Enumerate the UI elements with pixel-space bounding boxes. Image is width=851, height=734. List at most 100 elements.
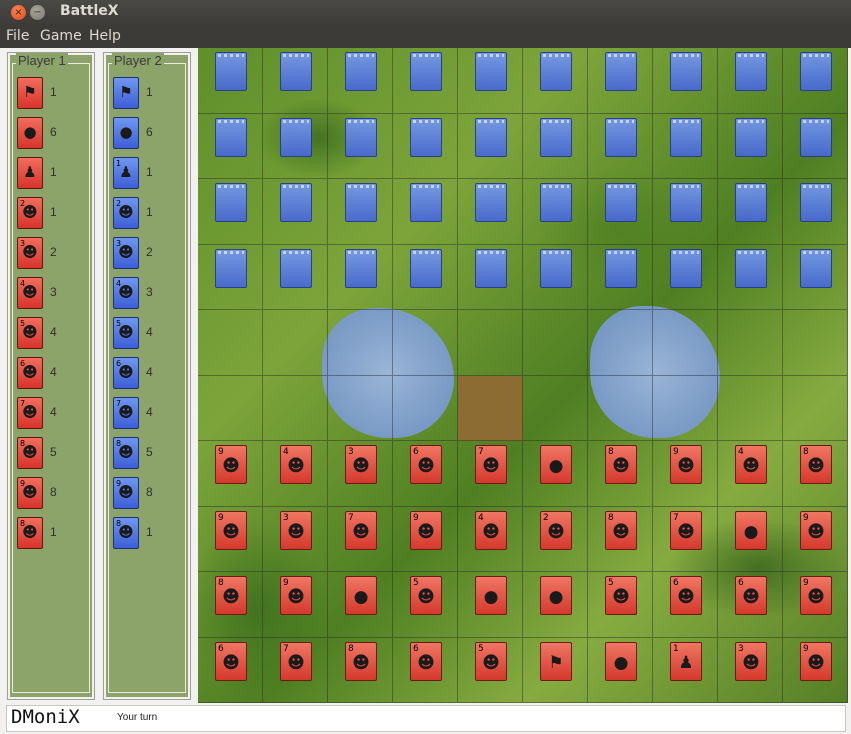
blue-hidden-piece[interactable]	[605, 248, 637, 288]
blue-hidden-piece[interactable]	[475, 52, 507, 91]
red-piece[interactable]: 9 ☻	[800, 510, 832, 550]
board-cell[interactable]	[393, 48, 458, 114]
board-cell[interactable]: 6 ☻	[718, 572, 783, 638]
red-piece[interactable]: 2 ☻	[540, 510, 572, 550]
board-cell[interactable]	[198, 244, 263, 310]
board-cell[interactable]: 9 ☻	[783, 637, 848, 703]
board-cell[interactable]: 1 ♟	[653, 637, 718, 703]
board-cell[interactable]	[783, 244, 848, 310]
red-piece[interactable]: 9 ☻	[215, 510, 247, 550]
board-cell[interactable]	[783, 48, 848, 114]
red-piece[interactable]: 4 ☻	[280, 445, 312, 484]
blue-hidden-piece[interactable]	[475, 117, 507, 157]
blue-hidden-piece[interactable]	[735, 183, 767, 222]
blue-hidden-piece[interactable]	[670, 183, 702, 222]
board-cell[interactable]	[588, 113, 653, 179]
red-piece[interactable]: 8 ☻	[345, 641, 377, 681]
board-cell[interactable]: 6 ☻	[198, 637, 263, 703]
board-cell[interactable]	[263, 310, 328, 376]
blue-hidden-piece[interactable]	[475, 248, 507, 288]
blue-hidden-piece[interactable]	[540, 117, 572, 157]
board-cell[interactable]: 9 ☻	[653, 441, 718, 507]
board-cell[interactable]	[523, 244, 588, 310]
board-cell[interactable]	[653, 113, 718, 179]
board-cell[interactable]	[458, 310, 523, 376]
blue-hidden-piece[interactable]	[410, 248, 442, 288]
board-cell[interactable]: 6 ☻	[393, 637, 458, 703]
blue-hidden-piece[interactable]	[280, 248, 312, 288]
board-cell[interactable]: 3 ☻	[263, 506, 328, 572]
board-cell[interactable]	[653, 310, 718, 376]
board-cell[interactable]	[328, 244, 393, 310]
red-piece[interactable]: 5 ☻	[410, 576, 442, 615]
board-cell[interactable]	[328, 179, 393, 245]
board-cell[interactable]	[328, 375, 393, 441]
board-cell[interactable]	[783, 179, 848, 245]
board-cell[interactable]	[458, 179, 523, 245]
blue-hidden-piece[interactable]	[540, 248, 572, 288]
red-piece[interactable]: 3 ☻	[345, 445, 377, 484]
blue-hidden-piece[interactable]	[605, 52, 637, 91]
board-cell[interactable]: ●	[458, 572, 523, 638]
red-piece[interactable]: 6 ☻	[735, 576, 767, 615]
blue-hidden-piece[interactable]	[280, 183, 312, 222]
red-piece[interactable]: 4 ☻	[475, 510, 507, 550]
blue-hidden-piece[interactable]	[475, 183, 507, 222]
board-cell[interactable]	[263, 113, 328, 179]
red-piece[interactable]: 6 ☻	[215, 641, 247, 681]
minimize-window-button[interactable]: −	[30, 5, 45, 20]
blue-hidden-piece[interactable]	[735, 248, 767, 288]
board-cell[interactable]: ⚑	[523, 637, 588, 703]
red-piece[interactable]: 9 ☻	[215, 445, 247, 484]
board-cell[interactable]: 8 ☻	[198, 572, 263, 638]
board-cell[interactable]: 7 ☻	[263, 637, 328, 703]
blue-hidden-piece[interactable]	[800, 52, 832, 91]
board-cell[interactable]: 9 ☻	[263, 572, 328, 638]
board-cell[interactable]	[198, 310, 263, 376]
red-piece[interactable]: 6 ☻	[410, 445, 442, 484]
blue-hidden-piece[interactable]	[345, 52, 377, 91]
red-piece[interactable]: 9 ☻	[410, 510, 442, 550]
red-piece[interactable]: 7 ☻	[345, 510, 377, 550]
board-cell[interactable]	[328, 48, 393, 114]
board-cell[interactable]: 4 ☻	[458, 506, 523, 572]
board-cell[interactable]	[653, 375, 718, 441]
board-cell[interactable]: 3 ☻	[718, 637, 783, 703]
blue-hidden-piece[interactable]	[345, 117, 377, 157]
board-cell[interactable]	[523, 179, 588, 245]
board-cell[interactable]	[198, 113, 263, 179]
board-cell[interactable]	[588, 48, 653, 114]
blue-hidden-piece[interactable]	[670, 52, 702, 91]
red-piece[interactable]: 5 ☻	[605, 576, 637, 615]
red-piece[interactable]: ●	[540, 576, 572, 615]
board-cell[interactable]: 4 ☻	[718, 441, 783, 507]
board-cell[interactable]	[783, 375, 848, 441]
board-cell[interactable]	[198, 48, 263, 114]
red-piece[interactable]: 9 ☻	[800, 576, 832, 615]
blue-hidden-piece[interactable]	[215, 117, 247, 157]
board-cell[interactable]: 6 ☻	[393, 441, 458, 507]
board-cell[interactable]	[263, 244, 328, 310]
blue-hidden-piece[interactable]	[280, 117, 312, 157]
board-cell[interactable]	[588, 375, 653, 441]
board-cell[interactable]	[718, 179, 783, 245]
board-cell[interactable]: 8 ☻	[328, 637, 393, 703]
red-piece[interactable]: 7 ☻	[670, 510, 702, 550]
red-piece[interactable]: 7 ☻	[475, 445, 507, 484]
red-piece[interactable]: 9 ☻	[800, 641, 832, 681]
blue-hidden-piece[interactable]	[345, 248, 377, 288]
board-cell[interactable]	[393, 244, 458, 310]
board-cell[interactable]	[588, 310, 653, 376]
board-cell[interactable]	[458, 244, 523, 310]
blue-hidden-piece[interactable]	[735, 117, 767, 157]
board-cell[interactable]	[718, 48, 783, 114]
board-cell[interactable]: 8 ☻	[588, 506, 653, 572]
red-piece[interactable]: 8 ☻	[800, 445, 832, 484]
red-piece[interactable]: ●	[345, 576, 377, 615]
board-cell[interactable]	[588, 244, 653, 310]
red-piece[interactable]: ●	[605, 641, 637, 681]
board-cell[interactable]: ●	[523, 441, 588, 507]
board-cell[interactable]	[653, 48, 718, 114]
blue-hidden-piece[interactable]	[215, 183, 247, 222]
board-cell[interactable]: 7 ☻	[458, 441, 523, 507]
